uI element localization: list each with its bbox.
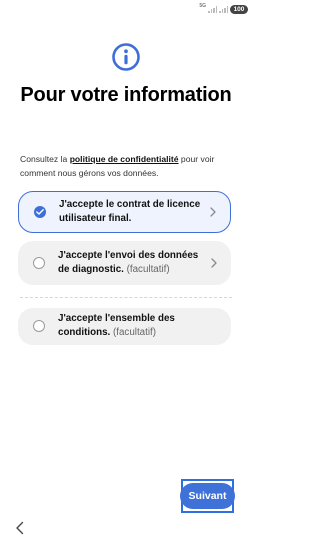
- page-title: Pour votre information: [20, 84, 232, 106]
- chevron-left-icon[interactable]: [13, 520, 27, 536]
- privacy-policy-link[interactable]: politique de confidentialité: [70, 154, 179, 164]
- checkbox-checked-icon[interactable]: [34, 206, 46, 218]
- checkbox-unchecked-icon[interactable]: [33, 257, 45, 269]
- network-type: 5G: [199, 3, 206, 9]
- option-eula[interactable]: J'accepte le contrat de licence utilisat…: [18, 191, 231, 233]
- option-label: J'accepte l'ensemble des conditions. (fa…: [58, 313, 175, 338]
- signal-icon-2: [219, 5, 228, 13]
- checkbox-unchecked-icon[interactable]: [33, 320, 45, 332]
- option-all-conditions[interactable]: J'accepte l'ensemble des conditions. (fa…: [18, 308, 231, 345]
- option-diagnostic[interactable]: J'accepte l'envoi des données de diagnos…: [18, 241, 231, 285]
- signal-icon: [208, 5, 217, 13]
- divider: [20, 297, 232, 298]
- chevron-right-icon[interactable]: [211, 258, 217, 268]
- chevron-right-icon[interactable]: [210, 207, 216, 217]
- option-label: J'accepte l'envoi des données de diagnos…: [58, 250, 199, 275]
- status-bar: 5G 100: [199, 3, 248, 15]
- info-icon: [112, 43, 140, 71]
- next-button[interactable]: Suivant: [179, 479, 236, 513]
- option-label: J'accepte le contrat de licence utilisat…: [59, 199, 201, 224]
- privacy-notice: Consultez la politique de confidentialit…: [20, 154, 215, 178]
- battery-indicator: 100: [230, 4, 248, 14]
